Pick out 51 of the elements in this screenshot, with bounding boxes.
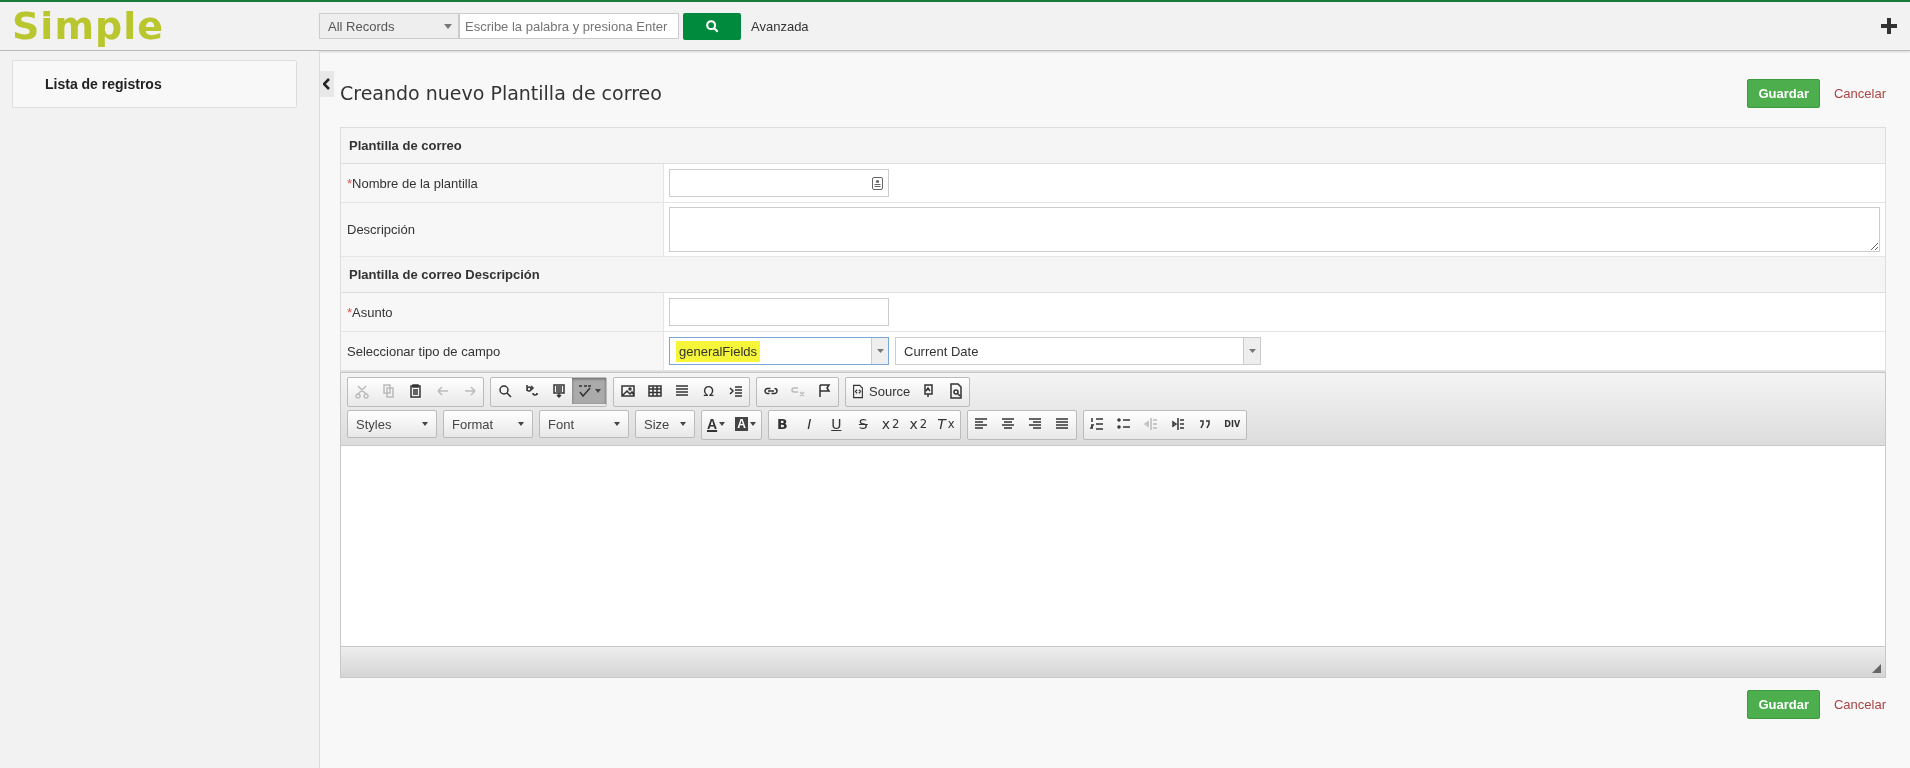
caret-icon <box>444 23 452 29</box>
toolbar-dropdown[interactable]: Size <box>635 410 695 438</box>
source-button[interactable]: Source <box>846 378 916 404</box>
input-field[interactable] <box>669 298 889 326</box>
advanced-search-link[interactable]: Avanzada <box>751 18 809 34</box>
search-field[interactable]: Escribe la palabra y presiona Enter <box>459 13 679 39</box>
select-dropdown[interactable]: generalFields <box>669 337 889 365</box>
textarea-field[interactable] <box>669 207 1880 252</box>
caret-icon <box>719 422 726 426</box>
text-color-button[interactable]: A <box>702 411 731 437</box>
toolbar-button[interactable]: S <box>849 411 877 437</box>
record-filter-dropdown[interactable]: All Records <box>319 13 459 39</box>
contact-card-icon <box>872 176 883 190</box>
background-color-button[interactable]: A <box>730 411 761 437</box>
resize-handle-icon[interactable] <box>1872 664 1881 673</box>
field-label: Seleccionar tipo de campo <box>341 332 664 370</box>
search-button[interactable] <box>683 12 741 40</box>
caret-icon <box>595 389 601 393</box>
caret-icon <box>680 422 686 426</box>
chevron-left-icon <box>323 78 331 90</box>
toolbar-button[interactable]: Ω <box>695 378 722 404</box>
cancel-link[interactable]: Cancelar <box>1833 85 1886 101</box>
search-icon <box>705 19 719 33</box>
section-header: Plantilla de correo Descripción <box>341 257 1885 293</box>
caret-icon <box>749 422 756 426</box>
toolbar-button[interactable]: DIV <box>1218 411 1246 437</box>
field-label: *Asunto <box>341 293 664 331</box>
caret-icon <box>1248 349 1256 353</box>
select-dropdown[interactable]: Current Date <box>895 337 1261 365</box>
toolbar-dropdown-button[interactable] <box>572 378 606 404</box>
toolbar-button[interactable]: I <box>795 411 823 437</box>
source-code-icon <box>851 383 865 399</box>
input-field[interactable] <box>669 169 889 197</box>
section-header: Plantilla de correo <box>341 128 1885 164</box>
toolbar-dropdown[interactable]: Styles <box>347 410 437 438</box>
field-label: *Nombre de la plantilla <box>341 164 664 202</box>
cancel-link[interactable]: Cancelar <box>1833 697 1886 712</box>
toolbar-button[interactable]: U <box>822 411 850 437</box>
caret-icon <box>422 422 428 426</box>
field-label: Descripción <box>341 203 664 256</box>
toolbar-dropdown[interactable]: Font <box>539 410 629 438</box>
caret-icon <box>614 422 620 426</box>
collapse-sidebar-button[interactable] <box>320 71 334 97</box>
caret-icon <box>518 422 524 426</box>
caret-icon <box>876 349 884 353</box>
spellcheck-icon <box>577 383 593 399</box>
sidebar-item[interactable]: Lista de registros <box>12 60 297 108</box>
toolbar-dropdown[interactable]: Format <box>443 410 533 438</box>
plus-icon[interactable] <box>1880 17 1898 35</box>
toolbar-button[interactable]: B <box>768 411 796 437</box>
page-title: Creando nuevo Plantilla de correo <box>340 82 663 104</box>
